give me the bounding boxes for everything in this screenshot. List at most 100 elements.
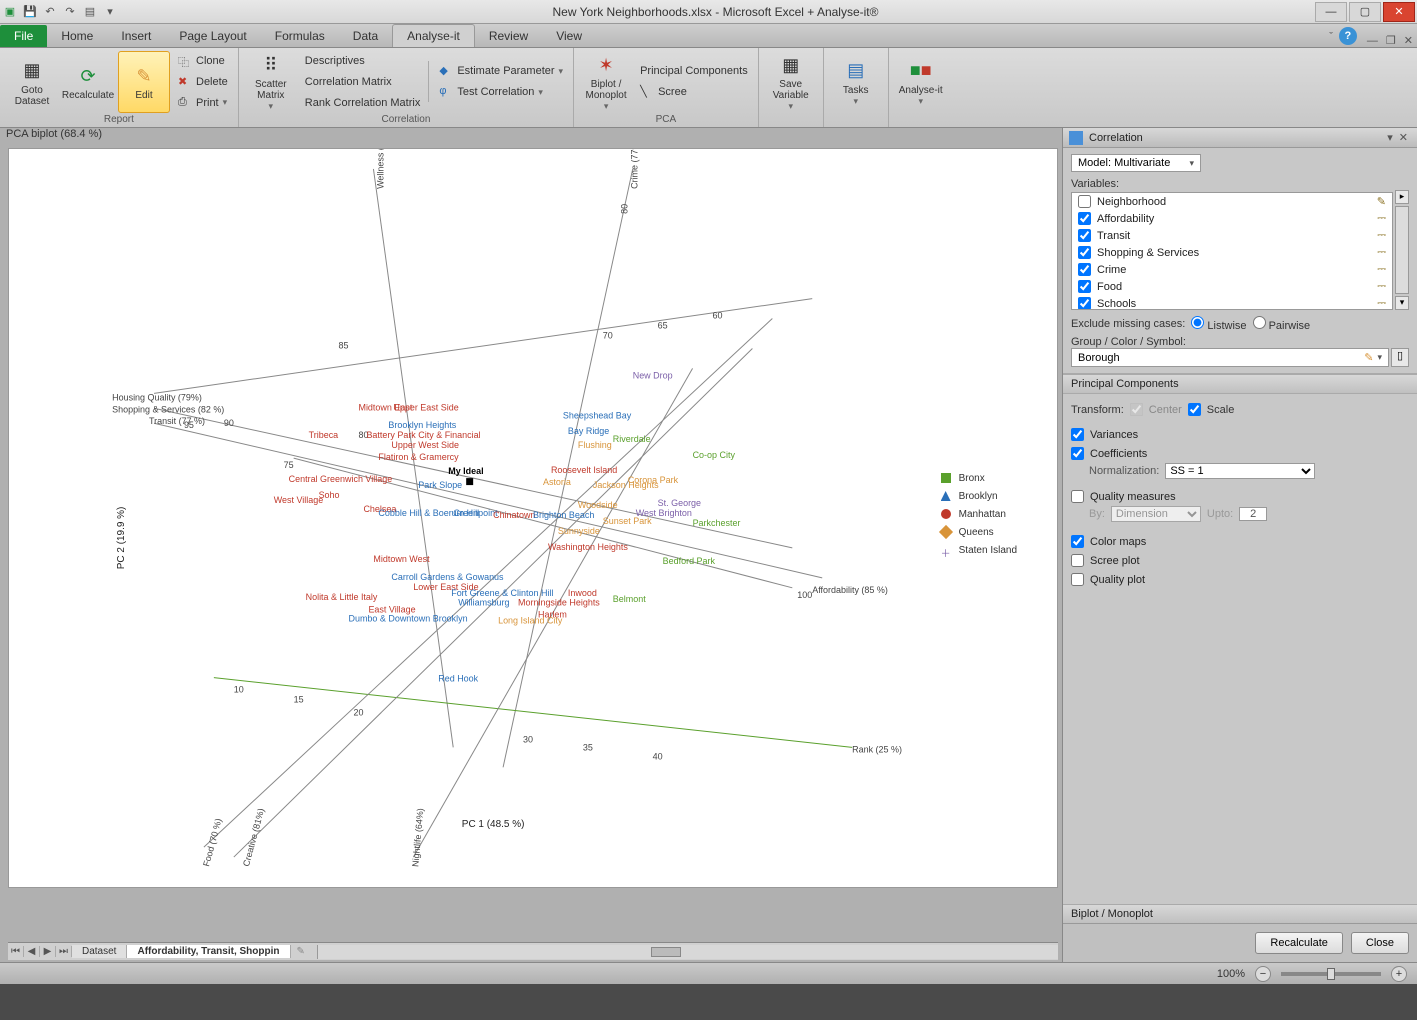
variable-item[interactable]: Affordability⎓ [1072,210,1392,227]
variable-item[interactable]: Shopping & Services⎓ [1072,244,1392,261]
svg-text:Battery Park City & Financial: Battery Park City & Financial [366,430,480,440]
var-more-icon[interactable]: ▾ [1395,296,1409,310]
scree-button[interactable]: ╲Scree [636,82,752,102]
excel-icon: ▣ [2,4,18,20]
doc-restore-icon[interactable]: ❐ [1382,35,1400,51]
coefficients-checkbox[interactable]: Coefficients [1063,444,1417,463]
group-dropdown[interactable]: Borough✎ [1071,348,1389,367]
group-clear-icon[interactable]: ▯ [1391,348,1409,367]
doc-close-icon[interactable]: ✕ [1400,35,1417,51]
test-correlation-button[interactable]: φTest Correlation [435,82,567,102]
tab-review[interactable]: Review [475,25,542,47]
svg-text:Affordability (85 %): Affordability (85 %) [812,585,888,595]
redo-icon[interactable]: ↷ [62,4,78,20]
plot-card[interactable]: 8580 80 9590 606570 10075 101520 303540 … [8,148,1058,888]
correlation-matrix-button[interactable]: Correlation Matrix [301,72,425,92]
sheet-nav-next[interactable]: ▶ [40,946,56,957]
sheet-tab-active[interactable]: Affordability, Transit, Shoppin [127,945,290,958]
sheet-tab-icon[interactable]: ✎ [291,946,311,957]
descriptives-button[interactable]: Descriptives [301,51,425,71]
biplot-section[interactable]: Biplot / Monoplot [1063,904,1417,923]
panel-dropdown-icon[interactable]: ▾ [1384,131,1396,144]
goto-dataset-button[interactable]: ▦Goto Dataset [6,51,58,113]
biplot-button[interactable]: ✶Biplot / Monoplot [580,51,632,113]
edit-button[interactable]: ✎Edit [118,51,170,113]
qualityplot-checkbox[interactable]: Quality plot [1063,570,1417,589]
help-icon[interactable]: ? [1339,27,1357,45]
horizontal-scrollbar[interactable] [317,945,1058,959]
scale-checkbox[interactable]: Scale [1188,403,1235,416]
quality-checkbox[interactable]: Quality measures [1063,487,1417,506]
save-variable-button[interactable]: ▦Save Variable [765,51,817,113]
panel-close-icon[interactable]: ✕ [1396,131,1411,144]
recalculate-button[interactable]: ⟳Recalculate [62,51,114,113]
svg-text:Dumbo & Downtown Brooklyn: Dumbo & Downtown Brooklyn [349,614,468,624]
zoom-level: 100% [1217,968,1245,980]
scatter-matrix-button[interactable]: ⠿Scatter Matrix [245,51,297,113]
svg-text:Flushing: Flushing [578,440,612,450]
variable-item[interactable]: Schools⎓ [1072,295,1392,310]
print-icon[interactable]: ▤ [82,4,98,20]
svg-text:Fort Greene & Clinton Hill: Fort Greene & Clinton Hill [451,588,553,598]
variable-item[interactable]: Food⎓ [1072,278,1392,295]
tab-page-layout[interactable]: Page Layout [165,25,260,47]
zoom-slider[interactable] [1281,972,1381,976]
colormaps-checkbox[interactable]: Color maps [1063,532,1417,551]
tab-analyse-it[interactable]: Analyse-it [392,24,475,47]
tab-view[interactable]: View [542,25,596,47]
listwise-radio[interactable]: Listwise [1191,316,1246,332]
variable-item[interactable]: Neighborhood✎ [1072,193,1392,210]
doc-minimize-icon[interactable]: — [1363,35,1382,51]
svg-text:65: 65 [658,321,668,331]
ribbon-minimize-icon[interactable]: ˇ [1323,31,1339,47]
rank-correlation-button[interactable]: Rank Correlation Matrix [301,93,425,113]
tab-file[interactable]: File [0,25,47,47]
variable-item[interactable]: Crime⎓ [1072,261,1392,278]
analyse-it-button[interactable]: ■■Analyse-it [895,51,947,113]
tasks-button[interactable]: ▤Tasks [830,51,882,113]
principal-components-button[interactable]: Principal Components [636,61,752,81]
correlation-icon [1069,131,1083,145]
sheet-nav-last[interactable]: ⏭ [56,946,72,957]
normalization-label: Normalization: [1089,465,1159,477]
estimate-parameter-button[interactable]: ◆Estimate Parameter [435,61,567,81]
zoom-in-button[interactable]: + [1391,966,1407,982]
clone-button[interactable]: ⿻Clone [174,51,232,71]
delete-button[interactable]: ✖Delete [174,72,232,92]
svg-text:Red Hook: Red Hook [438,674,478,684]
panel-recalculate-button[interactable]: Recalculate [1255,932,1342,954]
save-icon[interactable]: 💾 [22,4,38,20]
tab-data[interactable]: Data [339,25,392,47]
svg-text:15: 15 [294,694,304,704]
tab-home[interactable]: Home [47,25,107,47]
undo-icon[interactable]: ↶ [42,4,58,20]
svg-text:Co-op City: Co-op City [693,450,736,460]
tab-formulas[interactable]: Formulas [261,25,339,47]
sheet-nav-prev[interactable]: ◀ [24,946,40,957]
estimate-icon: ◆ [439,64,453,78]
close-button[interactable]: ✕ [1383,2,1415,22]
variables-list[interactable]: Neighborhood✎Affordability⎓Transit⎓Shopp… [1071,192,1393,310]
maximize-button[interactable]: ▢ [1349,2,1381,22]
screeplot-checkbox[interactable]: Scree plot [1063,551,1417,570]
ribbon-group-analyse-it: ■■Analyse-it [889,48,953,127]
pairwise-radio[interactable]: Pairwise [1253,316,1311,332]
panel-close-button[interactable]: Close [1351,932,1409,954]
svg-text:Jackson Heights: Jackson Heights [593,480,659,490]
model-dropdown[interactable]: Model: Multivariate [1071,154,1201,172]
minimize-button[interactable]: — [1315,2,1347,22]
variances-checkbox[interactable]: Variances [1063,425,1417,444]
sheet-tab-dataset[interactable]: Dataset [72,945,127,958]
normalization-select[interactable]: SS = 1 [1165,463,1315,479]
tab-insert[interactable]: Insert [107,25,165,47]
print-button[interactable]: ⎙Print [174,93,232,113]
ribbon-group-tasks: ▤Tasks [824,48,889,127]
plot-pane: PCA biplot (68.4 %) 858 [0,128,1062,962]
sheet-nav-first[interactable]: ⏮ [8,946,24,957]
qat-dropdown-icon[interactable]: ▾ [102,4,118,20]
zoom-out-button[interactable]: − [1255,966,1271,982]
variable-item[interactable]: Transit⎓ [1072,227,1392,244]
var-add-icon[interactable]: ▸ [1395,190,1409,204]
analyse-it-icon: ■■ [907,57,935,85]
svg-text:60: 60 [713,311,723,321]
